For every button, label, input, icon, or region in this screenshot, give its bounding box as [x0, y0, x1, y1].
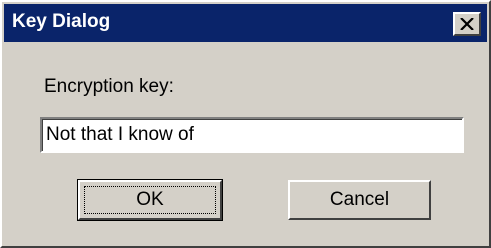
ok-button[interactable]: OK	[77, 179, 223, 221]
close-button[interactable]	[453, 12, 481, 36]
encryption-key-input[interactable]	[40, 117, 464, 153]
cancel-button-label: Cancel	[329, 189, 390, 210]
cancel-button[interactable]: Cancel	[288, 180, 431, 220]
encryption-key-label: Encryption key:	[44, 76, 174, 97]
focus-rectangle	[84, 186, 216, 214]
key-dialog-window: Key Dialog Encryption key: OK Cancel	[0, 0, 491, 248]
dialog-title: Key Dialog	[12, 11, 111, 32]
close-icon	[460, 18, 474, 30]
title-bar[interactable]: Key Dialog	[4, 4, 487, 42]
